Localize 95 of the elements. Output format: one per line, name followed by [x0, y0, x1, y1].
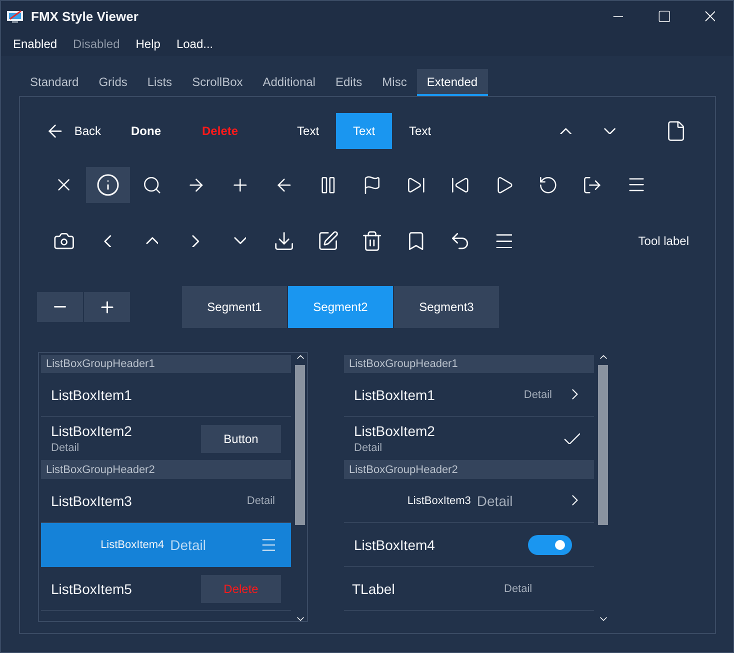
menu-icon: [262, 538, 276, 550]
chevron-up-icon: [146, 237, 158, 245]
chevron-up-icon: [560, 128, 572, 134]
item-detail: Detail: [524, 388, 552, 400]
tab[interactable]: Edits: [325, 69, 372, 96]
chevron-down-icon: [234, 237, 246, 245]
arrow-right-icon: [186, 176, 206, 194]
maximize-icon: [658, 10, 670, 23]
menu-item[interactable]: Enabled: [5, 37, 66, 51]
item-detail: Detail: [51, 442, 80, 454]
document-icon: [666, 120, 686, 142]
download-icon: [274, 230, 294, 252]
tab[interactable]: Standard: [20, 69, 89, 96]
edit-icon: [318, 230, 338, 252]
item-title: ListBoxItem3: [407, 494, 471, 506]
text-toggle-button[interactable]: Text: [280, 113, 336, 149]
scroll-up-icon[interactable]: [600, 355, 606, 359]
item-detail: Detail: [504, 582, 532, 594]
list-item[interactable]: ListBoxItem2 Detail Button: [41, 417, 291, 461]
done-button[interactable]: Done: [123, 113, 170, 149]
item-title: ListBoxItem2: [354, 423, 436, 439]
window-title: FMX Style Viewer: [31, 9, 140, 24]
refresh-icon: [538, 176, 558, 194]
chevron-right-icon: [192, 234, 200, 248]
trash-icon: [362, 230, 382, 252]
scroll-up-icon[interactable]: [296, 355, 304, 359]
toggle-switch[interactable]: [528, 534, 572, 554]
item-detail: Detail: [170, 536, 206, 552]
scroll-thumb[interactable]: [295, 365, 305, 525]
group-header: ListBoxGroupHeader1: [41, 355, 291, 373]
undo-icon: [450, 230, 470, 252]
segment[interactable]: Segment1: [182, 286, 287, 328]
camera-icon: [54, 230, 74, 252]
tab[interactable]: Misc: [372, 69, 417, 96]
item-title: ListBoxItem1: [51, 386, 132, 402]
info-button[interactable]: [86, 167, 130, 203]
menu-item[interactable]: Load...: [168, 37, 222, 51]
scroll-down-icon[interactable]: [600, 617, 606, 621]
text-toggle-button[interactable]: Text: [392, 113, 448, 149]
chevron-down-icon: [604, 128, 616, 134]
plus-icon: [230, 176, 250, 194]
back-button[interactable]: Back: [38, 113, 110, 149]
item-title: ListBoxItem4: [100, 538, 164, 550]
list-item[interactable]: ListBoxItem1: [41, 373, 291, 417]
skip-forward-icon: [406, 176, 426, 194]
group-header: ListBoxGroupHeader2: [344, 461, 594, 479]
item-title: ListBoxItem1: [354, 386, 435, 402]
close-icon: [58, 179, 70, 191]
minimize-icon: [612, 16, 624, 18]
tab[interactable]: Extended: [416, 69, 488, 96]
check-icon: [564, 432, 580, 444]
item-title: ListBoxItem5: [51, 580, 132, 596]
list-item[interactable]: TLabel Detail: [344, 567, 594, 611]
segment[interactable]: Segment3: [394, 286, 499, 328]
item-detail: Detail: [246, 494, 275, 506]
close-icon: [704, 11, 716, 22]
list-item[interactable]: ListBoxItem4 Detail: [41, 523, 291, 567]
pause-icon: [318, 176, 338, 194]
flag-icon: [362, 176, 382, 194]
tab[interactable]: Additional: [252, 69, 326, 96]
scroll-down-icon[interactable]: [296, 617, 304, 621]
list-item[interactable]: ListBoxItem4: [344, 523, 594, 567]
group-header: ListBoxGroupHeader1: [344, 355, 594, 373]
menu-icon: [496, 234, 512, 248]
tool-label: Tool label: [638, 234, 689, 248]
arrow-left-icon: [46, 122, 64, 140]
minus-icon: [54, 306, 66, 308]
item-title: ListBoxItem2: [51, 423, 133, 439]
tab[interactable]: Lists: [137, 69, 182, 96]
play-icon: [494, 176, 514, 194]
item-detail: Detail: [476, 492, 513, 508]
list-item[interactable]: ListBoxItem5 Delete: [41, 567, 291, 611]
app-logo-icon: [7, 10, 23, 23]
skip-back-icon: [450, 176, 470, 194]
menu-item[interactable]: Help: [128, 37, 168, 51]
chevron-right-icon: [572, 495, 578, 506]
plus-icon: [98, 298, 116, 316]
info-icon: [97, 174, 119, 196]
item-title: ListBoxItem3: [51, 492, 132, 508]
menu-icon: [628, 178, 644, 192]
item-title: TLabel: [352, 580, 396, 596]
chevron-right-icon: [572, 389, 578, 400]
chevron-left-icon: [104, 234, 112, 248]
group-header: ListBoxGroupHeader2: [41, 461, 291, 479]
scroll-thumb[interactable]: [598, 365, 608, 525]
item-title: ListBoxItem4: [354, 536, 435, 552]
tab[interactable]: Grids: [88, 69, 138, 96]
list-item[interactable]: ListBoxItem1 Detail: [344, 373, 594, 417]
search-icon: [142, 176, 162, 194]
item-detail: Detail: [354, 442, 384, 454]
list-item[interactable]: ListBoxItem3 Detail: [344, 479, 594, 523]
item-button[interactable]: Button: [201, 424, 281, 452]
exit-icon: [582, 176, 602, 194]
tab[interactable]: ScrollBox: [182, 69, 253, 96]
increment-button[interactable]: [84, 292, 130, 322]
